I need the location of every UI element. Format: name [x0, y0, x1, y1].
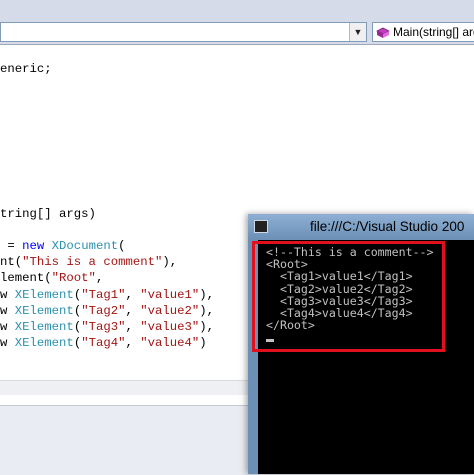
console-app-icon — [254, 220, 268, 233]
chevron-down-icon[interactable]: ▼ — [349, 23, 366, 41]
code-token: "value3" — [140, 320, 200, 334]
console-titlebar[interactable]: file:///C:/Visual Studio 200 — [248, 214, 474, 240]
horizontal-scrollbar[interactable] — [0, 380, 250, 395]
member-combo-value: Main(string[] arg — [393, 25, 474, 39]
code-token: ), — [199, 320, 215, 334]
code-token: ) — [199, 336, 207, 350]
code-line: = new XDocument( — [0, 238, 125, 254]
code-line: eneric; — [0, 61, 52, 77]
code-token: ), — [199, 304, 215, 318]
code-token: tring[] args) — [0, 207, 96, 221]
code-line: w XElement("Tag4", "value4") — [0, 335, 207, 351]
code-token: "Tag2" — [81, 304, 126, 318]
code-token: = — [0, 239, 23, 253]
code-token: ( — [118, 239, 126, 253]
code-token: XElement — [14, 288, 74, 302]
code-token: lement( — [0, 271, 52, 285]
code-line: w XElement("Tag3", "value3"), — [0, 319, 214, 335]
code-token: XElement — [14, 336, 74, 350]
code-token: ), — [162, 255, 178, 269]
code-token: nt( — [0, 255, 23, 269]
code-token: "Tag4" — [81, 336, 126, 350]
code-token: "Root" — [51, 271, 96, 285]
code-token: XElement — [14, 320, 74, 334]
member-combo[interactable]: Main(string[] arg — [372, 22, 474, 42]
code-line: nt("This is a comment"), — [0, 254, 177, 270]
code-token: w — [0, 288, 15, 302]
code-token: w — [0, 336, 15, 350]
code-token: , — [95, 271, 104, 285]
code-token: ), — [199, 288, 215, 302]
code-line: tring[] args) — [0, 206, 96, 222]
code-token: w — [0, 304, 15, 318]
code-token: XElement — [14, 304, 74, 318]
code-token: , — [125, 288, 141, 302]
code-token: new — [22, 239, 45, 253]
code-line: w XElement("Tag1", "value1"), — [0, 287, 214, 303]
console-title: file:///C:/Visual Studio 200 — [310, 219, 465, 234]
code-line: lement("Root", — [0, 270, 103, 286]
code-token: "value4" — [140, 336, 200, 350]
code-line: w XElement("Tag2", "value2"), — [0, 303, 214, 319]
code-token: "This is a comment" — [22, 255, 163, 269]
code-token: , — [125, 336, 141, 350]
code-token: , — [125, 304, 141, 318]
code-token: , — [125, 320, 141, 334]
type-combo[interactable]: ▼ — [0, 22, 367, 42]
code-token: "value1" — [140, 288, 200, 302]
code-token: "Tag1" — [81, 288, 126, 302]
code-token: "value2" — [140, 304, 200, 318]
navigation-bar: ▼ Main(string[] arg — [0, 0, 474, 45]
method-icon — [376, 26, 390, 38]
code-token: w — [0, 320, 15, 334]
code-token: eneric; — [0, 62, 52, 76]
code-token: "Tag3" — [81, 320, 126, 334]
highlight-annotation-box — [252, 241, 445, 352]
code-token: XDocument — [51, 239, 119, 253]
